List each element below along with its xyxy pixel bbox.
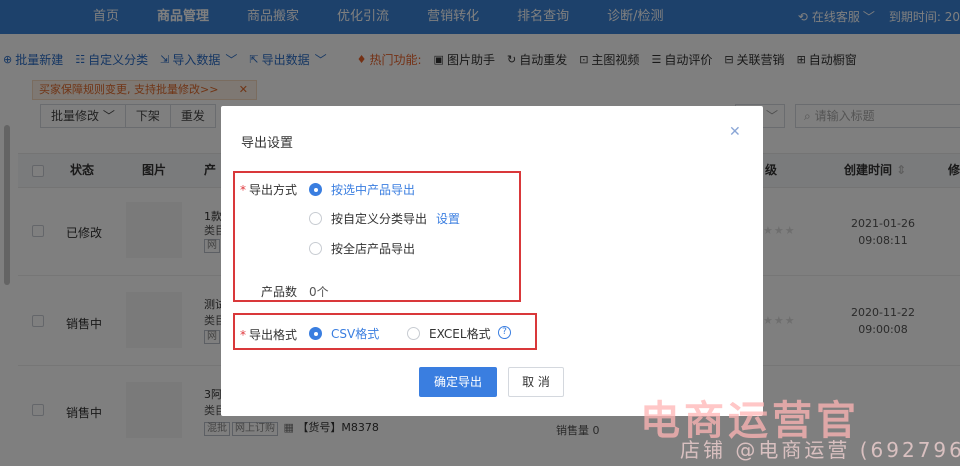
export-method-label: * 导出方式 bbox=[240, 183, 298, 197]
radio-selected-products[interactable]: 按选中产品导出 bbox=[309, 181, 415, 198]
export-format-label: * 导出格式 bbox=[240, 328, 298, 342]
close-icon[interactable]: ✕ bbox=[729, 124, 741, 140]
radio-label: 按自定义分类导出 bbox=[331, 212, 428, 226]
cancel-button[interactable]: 取 消 bbox=[508, 367, 564, 397]
radio-label: 按全店产品导出 bbox=[331, 242, 416, 256]
export-settings-dialog: 导出设置 ✕ * 导出方式 按选中产品导出 按自定义分类导出 设置 按全店产品导出… bbox=[221, 106, 763, 416]
confirm-export-button[interactable]: 确定导出 bbox=[419, 367, 497, 397]
product-count-value: 0个 bbox=[309, 285, 329, 299]
radio-csv-format[interactable]: CSV格式 bbox=[309, 325, 379, 342]
dialog-title: 导出设置 bbox=[241, 136, 294, 151]
radio-label: EXCEL格式 bbox=[429, 327, 491, 341]
radio-label: CSV格式 bbox=[331, 327, 380, 341]
radio-label: 按选中产品导出 bbox=[331, 183, 416, 197]
radio-custom-category[interactable]: 按自定义分类导出 bbox=[309, 210, 427, 227]
help-icon[interactable]: ? bbox=[498, 326, 511, 339]
watermark-subtext: 店铺 @电商运营 (692796 bbox=[680, 438, 960, 462]
radio-dot bbox=[309, 212, 322, 225]
radio-dot bbox=[309, 327, 322, 340]
radio-excel-format[interactable]: EXCEL格式 bbox=[407, 325, 491, 342]
radio-dot bbox=[407, 327, 420, 340]
radio-all-products[interactable]: 按全店产品导出 bbox=[309, 240, 415, 257]
product-count-label: 产品数 bbox=[261, 285, 298, 299]
radio-dot bbox=[309, 242, 322, 255]
radio-dot bbox=[309, 183, 322, 196]
settings-link[interactable]: 设置 bbox=[436, 210, 460, 227]
